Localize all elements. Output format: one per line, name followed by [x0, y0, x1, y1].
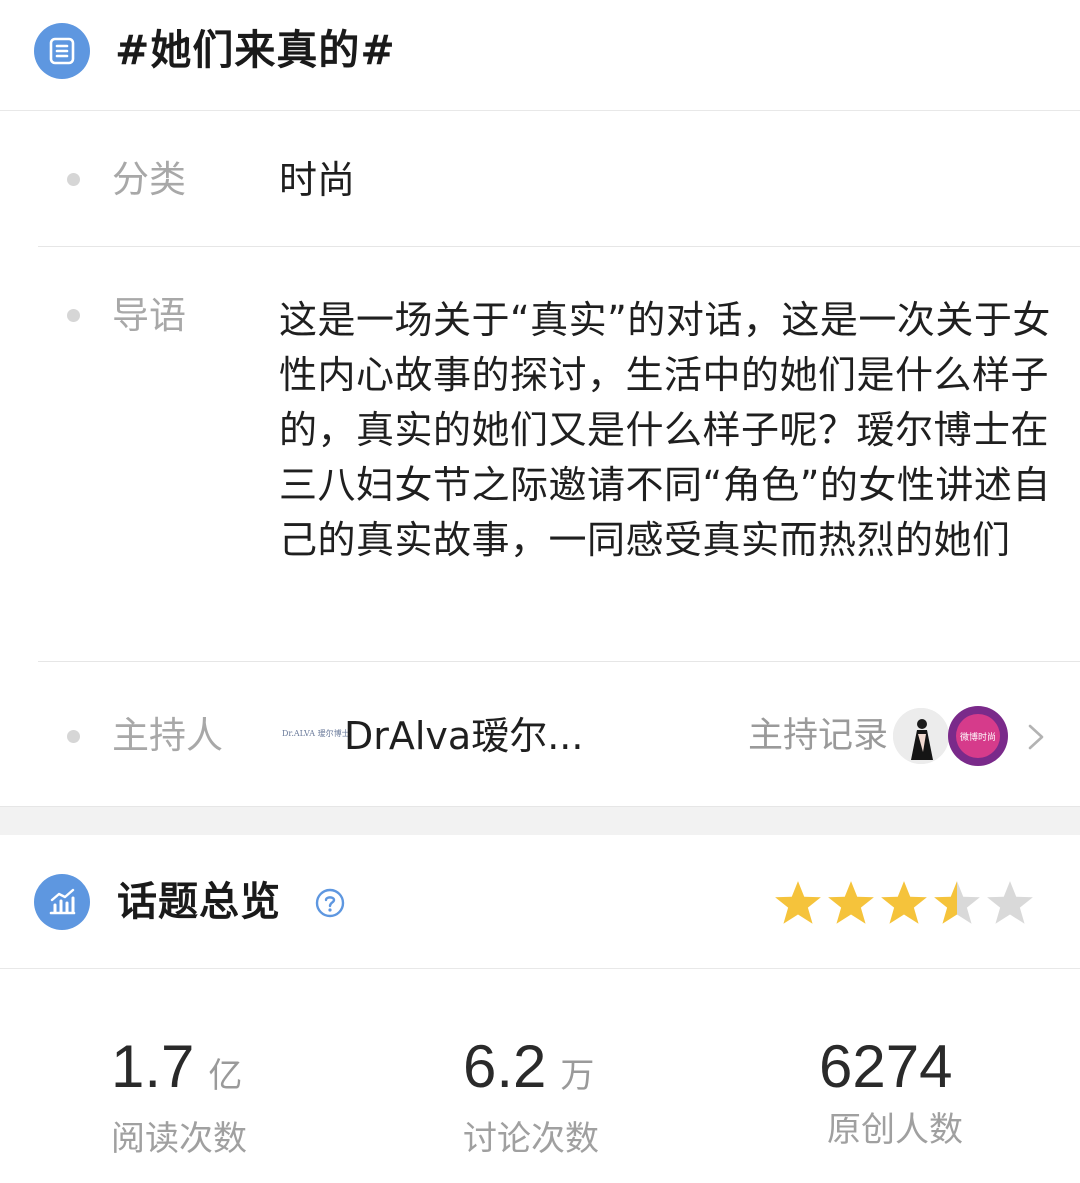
stat-value: 6274 [819, 1033, 953, 1100]
star-icon [987, 881, 1033, 924]
list-icon [34, 23, 90, 79]
stat-value: 6.2 [463, 1033, 547, 1100]
stat-value: 1.7 [111, 1033, 195, 1100]
stat-original-count: 6274 原创人数 [819, 1030, 963, 1152]
intro-text: 这是一场关于“真实”的对话，这是一次关于女性内心故事的探讨，生活中的她们是什么样… [279, 298, 1051, 562]
stat-caption: 原创人数 [827, 1110, 963, 1150]
host-label: 主持人 [112, 714, 223, 757]
stat-caption: 阅读次数 [111, 1119, 247, 1159]
chevron-right-icon[interactable] [1020, 720, 1050, 754]
stat-read-count: 1.7 亿 阅读次数 [111, 1030, 247, 1161]
host-row[interactable]: 主持人 Dr.ALVA 瑷尔博士 DrAlva瑷尔... 主持记录 微博时尚 [0, 662, 1080, 804]
question-circle-icon[interactable] [314, 887, 346, 919]
star-icon [828, 881, 874, 924]
topic-title: #她们来真的# [115, 26, 396, 74]
intro-row: 导语 这是一场关于“真实”的对话，这是一次关于女性内心故事的探讨，生活中的她们是… [0, 247, 1080, 661]
overview-title: 话题总览 [117, 879, 281, 925]
category-row: 分类 时尚 [0, 110, 1080, 246]
avatar[interactable] [893, 708, 949, 764]
star-icon [775, 881, 821, 924]
category-label: 分类 [112, 158, 186, 201]
host-record-link[interactable]: 主持记录 [748, 714, 888, 758]
rating-stars [772, 878, 1037, 928]
section-separator [0, 806, 1080, 835]
stat-caption: 讨论次数 [463, 1119, 599, 1159]
bullet-dot [67, 173, 80, 186]
stat-discussion-count: 6.2 万 讨论次数 [463, 1030, 599, 1161]
avatar[interactable]: 微博时尚 [948, 706, 1008, 766]
chart-icon [34, 874, 90, 930]
intro-label: 导语 [112, 294, 186, 337]
stat-unit: 亿 [208, 1057, 243, 1095]
star-icon [934, 881, 980, 924]
host-name[interactable]: DrAlva瑷尔... [344, 714, 583, 758]
stat-unit: 万 [560, 1057, 595, 1095]
overview-header: 话题总览 [0, 834, 1080, 969]
category-value: 时尚 [279, 158, 356, 202]
bullet-dot [67, 730, 80, 743]
host-logo: Dr.ALVA 瑷尔博士 [282, 728, 350, 738]
bullet-dot [67, 309, 80, 322]
star-icon [881, 881, 927, 924]
topic-header: #她们来真的# [0, 0, 1080, 111]
